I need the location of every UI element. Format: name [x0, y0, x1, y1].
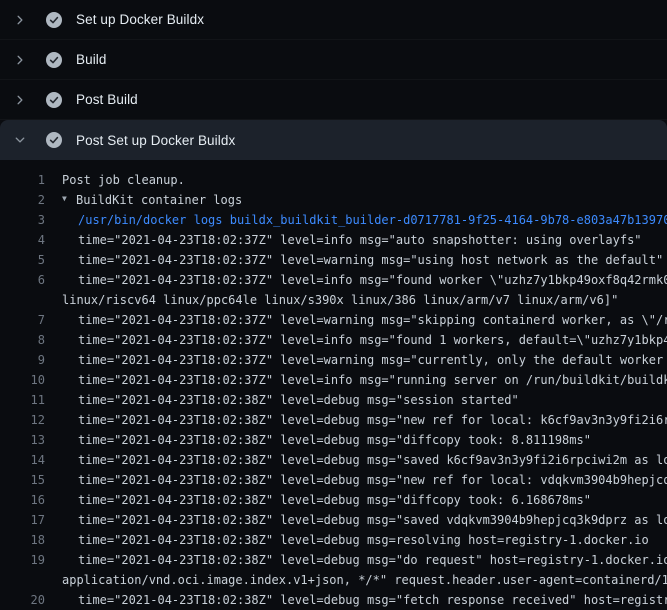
- step-row-3[interactable]: Post Set up Docker Buildx: [0, 120, 667, 160]
- step-label: Build: [76, 52, 107, 67]
- log-line-number[interactable]: 6: [0, 270, 45, 290]
- log-line-number[interactable]: 2: [0, 190, 45, 210]
- log-line-number[interactable]: 7: [0, 310, 45, 330]
- log-line-text: time="2021-04-23T18:02:38Z" level=debug …: [45, 430, 667, 450]
- log-line-text: time="2021-04-23T18:02:38Z" level=debug …: [45, 470, 667, 490]
- log-line-number: [0, 570, 45, 590]
- log-line: 16 time="2021-04-23T18:02:38Z" level=deb…: [0, 490, 667, 510]
- log-line: 18 time="2021-04-23T18:02:38Z" level=deb…: [0, 530, 667, 550]
- step-row-1[interactable]: Build: [0, 40, 667, 80]
- log-line-number[interactable]: 1: [0, 170, 45, 190]
- log-line-number[interactable]: 14: [0, 450, 45, 470]
- step-row-0[interactable]: Set up Docker Buildx: [0, 0, 667, 40]
- log-line: 14 time="2021-04-23T18:02:38Z" level=deb…: [0, 450, 667, 470]
- log-line-text: time="2021-04-23T18:02:37Z" level=info m…: [45, 230, 667, 250]
- log-line-text: time="2021-04-23T18:02:37Z" level=warnin…: [45, 310, 667, 330]
- check-circle-icon: [46, 12, 62, 28]
- log-line-number[interactable]: 11: [0, 390, 45, 410]
- log-line: 17 time="2021-04-23T18:02:38Z" level=deb…: [0, 510, 667, 530]
- log-line-text: linux/riscv64 linux/ppc64le linux/s390x …: [45, 290, 667, 310]
- log-group-caret-icon[interactable]: ▼: [62, 190, 76, 209]
- log-line-text: time="2021-04-23T18:02:38Z" level=debug …: [45, 530, 667, 550]
- log-line-number[interactable]: 9: [0, 350, 45, 370]
- log-line-text: time="2021-04-23T18:02:38Z" level=debug …: [45, 550, 667, 570]
- chevron-right-icon: [12, 12, 28, 28]
- log-line: 3 /usr/bin/docker logs buildx_buildkit_b…: [0, 210, 667, 230]
- log-line-text: time="2021-04-23T18:02:37Z" level=warnin…: [45, 250, 667, 270]
- steps-list: Set up Docker Buildx Build Post Build: [0, 0, 667, 160]
- chevron-right-icon: [12, 92, 28, 108]
- check-circle-icon: [46, 92, 62, 108]
- log-line: 13 time="2021-04-23T18:02:38Z" level=deb…: [0, 430, 667, 450]
- log-line: 6 time="2021-04-23T18:02:37Z" level=info…: [0, 270, 667, 290]
- log-line: 1 Post job cleanup.: [0, 170, 667, 190]
- log-line: 20 time="2021-04-23T18:02:38Z" level=deb…: [0, 590, 667, 610]
- log-line: 2 ▼BuildKit container logs: [0, 190, 667, 210]
- log-line-text: time="2021-04-23T18:02:37Z" level=warnin…: [45, 350, 667, 370]
- chevron-right-icon: [12, 52, 28, 68]
- step-label: Post Set up Docker Buildx: [76, 133, 235, 148]
- log-line-text: time="2021-04-23T18:02:38Z" level=debug …: [45, 590, 667, 610]
- log-line-number: [0, 290, 45, 310]
- log-line-number[interactable]: 13: [0, 430, 45, 450]
- log-line-number[interactable]: 17: [0, 510, 45, 530]
- log-line: 7 time="2021-04-23T18:02:37Z" level=warn…: [0, 310, 667, 330]
- log-line-number[interactable]: 10: [0, 370, 45, 390]
- log-line-text: application/vnd.oci.image.index.v1+json,…: [45, 570, 667, 590]
- log-line-text: time="2021-04-23T18:02:38Z" level=debug …: [45, 490, 667, 510]
- log-line-number[interactable]: 12: [0, 410, 45, 430]
- step-row-2[interactable]: Post Build: [0, 80, 667, 120]
- log-line-number[interactable]: 19: [0, 550, 45, 570]
- step-label: Set up Docker Buildx: [76, 12, 204, 27]
- log-line-text: time="2021-04-23T18:02:38Z" level=debug …: [45, 450, 667, 470]
- step-label: Post Build: [76, 92, 138, 107]
- log-line: 9 time="2021-04-23T18:02:37Z" level=warn…: [0, 350, 667, 370]
- log-line: application/vnd.oci.image.index.v1+json,…: [0, 570, 667, 590]
- log-line: 4 time="2021-04-23T18:02:37Z" level=info…: [0, 230, 667, 250]
- log-line-text: /usr/bin/docker logs buildx_buildkit_bui…: [45, 210, 667, 230]
- check-circle-icon: [46, 132, 62, 148]
- log-line-number[interactable]: 18: [0, 530, 45, 550]
- log-line-number[interactable]: 3: [0, 210, 45, 230]
- log-line-text: time="2021-04-23T18:02:38Z" level=debug …: [45, 510, 667, 530]
- log-line: 11 time="2021-04-23T18:02:38Z" level=deb…: [0, 390, 667, 410]
- log-line: 15 time="2021-04-23T18:02:38Z" level=deb…: [0, 470, 667, 490]
- chevron-down-icon: [12, 132, 28, 148]
- log-line-number[interactable]: 4: [0, 230, 45, 250]
- log-line-text: ▼BuildKit container logs: [45, 190, 667, 210]
- log-line: 19 time="2021-04-23T18:02:38Z" level=deb…: [0, 550, 667, 570]
- check-circle-icon: [46, 52, 62, 68]
- log-line: 5 time="2021-04-23T18:02:37Z" level=warn…: [0, 250, 667, 270]
- log-line-text: time="2021-04-23T18:02:37Z" level=info m…: [45, 330, 667, 350]
- log-area: 1 Post job cleanup. 2 ▼BuildKit containe…: [0, 160, 667, 610]
- log-line: 8 time="2021-04-23T18:02:37Z" level=info…: [0, 330, 667, 350]
- log-line-text: time="2021-04-23T18:02:37Z" level=info m…: [45, 370, 667, 390]
- log-line-text: time="2021-04-23T18:02:38Z" level=debug …: [45, 410, 667, 430]
- log-line-text: Post job cleanup.: [45, 170, 667, 190]
- log-line-number[interactable]: 16: [0, 490, 45, 510]
- log-line: linux/riscv64 linux/ppc64le linux/s390x …: [0, 290, 667, 310]
- log-line-number[interactable]: 20: [0, 590, 45, 610]
- log-line-number[interactable]: 15: [0, 470, 45, 490]
- log-line-text: time="2021-04-23T18:02:38Z" level=debug …: [45, 390, 667, 410]
- log-line-number[interactable]: 8: [0, 330, 45, 350]
- log-line: 10 time="2021-04-23T18:02:37Z" level=inf…: [0, 370, 667, 390]
- log-line-text: time="2021-04-23T18:02:37Z" level=info m…: [45, 270, 667, 290]
- log-line: 12 time="2021-04-23T18:02:38Z" level=deb…: [0, 410, 667, 430]
- log-line-number[interactable]: 5: [0, 250, 45, 270]
